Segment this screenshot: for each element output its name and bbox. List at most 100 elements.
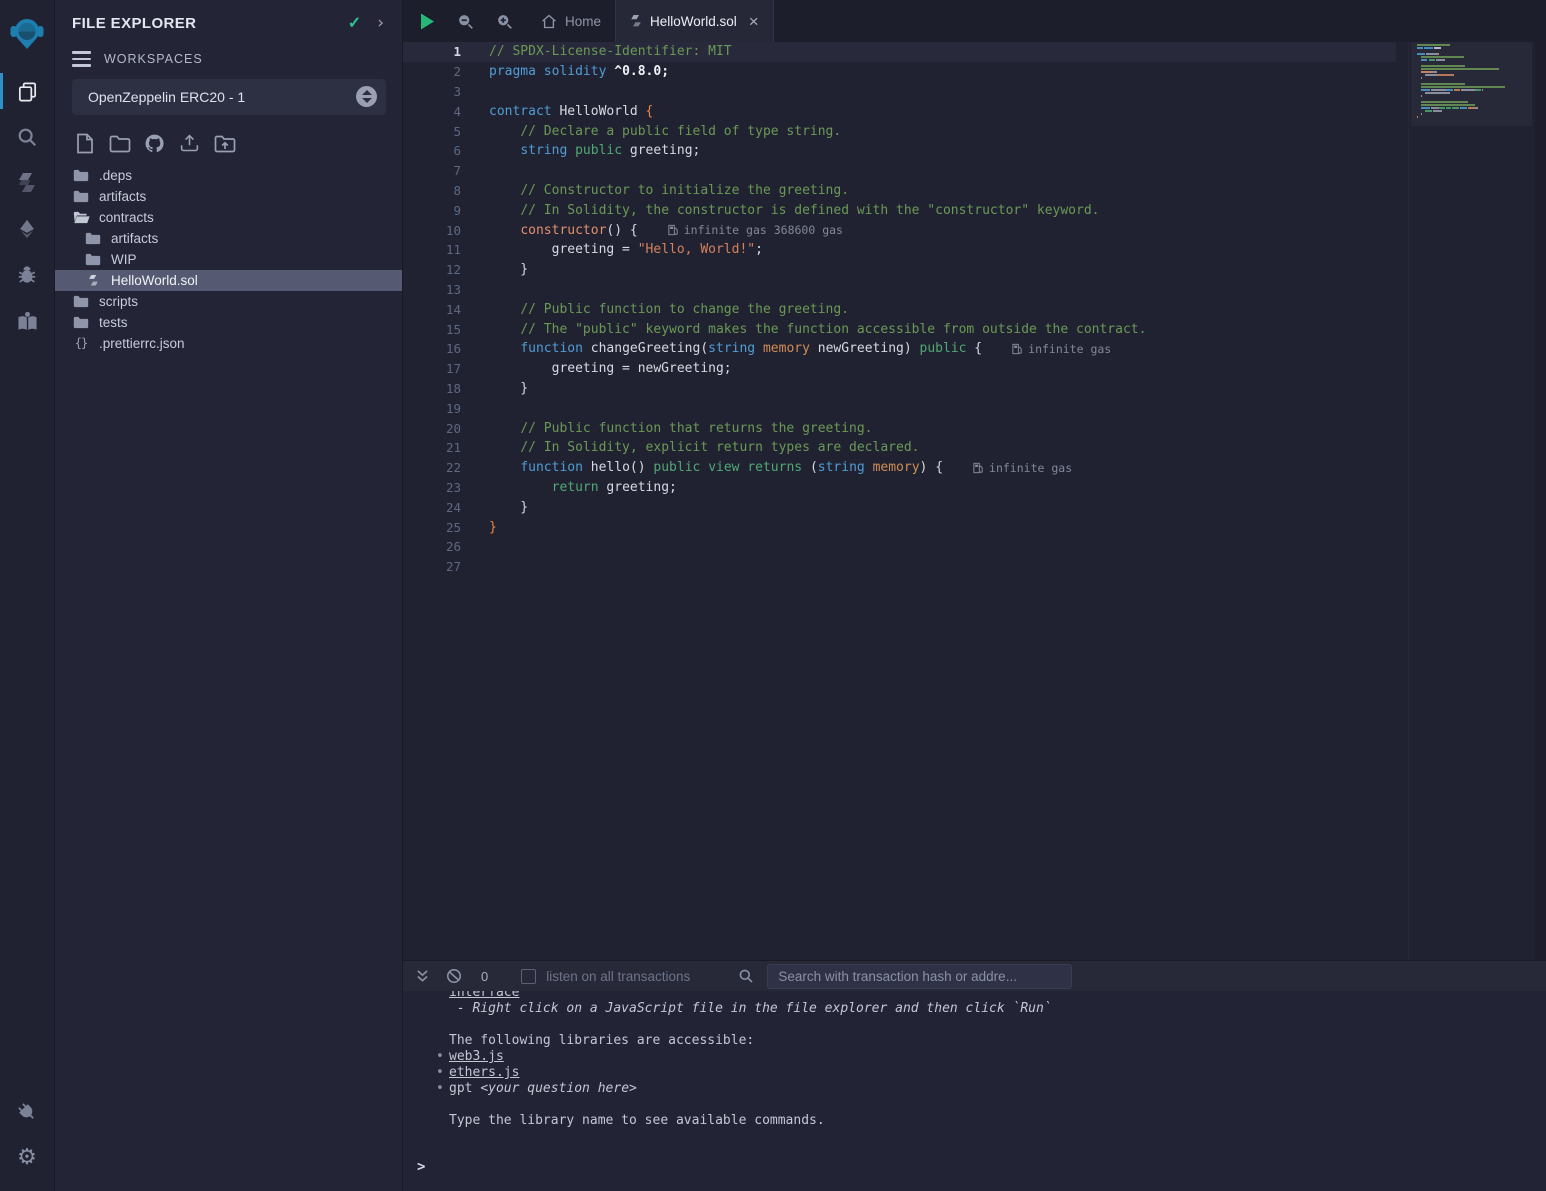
code-line[interactable]: 6 string public greeting; xyxy=(403,141,1396,161)
code-line[interactable]: 23 return greeting; xyxy=(403,478,1396,498)
run-script-button[interactable] xyxy=(420,13,435,30)
folder-icon xyxy=(72,169,90,182)
remix-logo-icon[interactable] xyxy=(0,6,55,62)
code-line[interactable]: 13 xyxy=(403,280,1396,300)
tree-item-tests[interactable]: tests xyxy=(55,312,402,333)
terminal-link[interactable]: interface xyxy=(449,991,519,1000)
code-line[interactable]: 10 constructor() {infinite gas 368600 ga… xyxy=(403,220,1396,240)
search-icon[interactable] xyxy=(0,114,55,160)
clear-console-icon[interactable] xyxy=(446,968,462,984)
line-number: 13 xyxy=(403,282,461,297)
code-line[interactable]: 21 // In Solidity, explicit return types… xyxy=(403,438,1396,458)
code-area[interactable]: 1// SPDX-License-Identifier: MIT2pragma … xyxy=(403,42,1396,960)
panel-header: FILE EXPLORER ✓ › xyxy=(55,0,402,39)
terminal-line: •gpt <your question here> xyxy=(415,1081,1546,1097)
code-line[interactable]: 12 } xyxy=(403,260,1396,280)
terminal-link[interactable]: web3.js xyxy=(449,1049,504,1064)
code-line[interactable]: 14 // Public function to change the gree… xyxy=(403,299,1396,319)
line-content: greeting = newGreeting; xyxy=(489,361,732,376)
accept-check-icon[interactable]: ✓ xyxy=(348,13,361,33)
line-content: } xyxy=(489,520,497,535)
code-line[interactable]: 16 function changeGreeting(string memory… xyxy=(403,339,1396,359)
workspace-select[interactable]: OpenZeppelin ERC20 - 1 xyxy=(72,79,386,115)
terminal-search-input[interactable] xyxy=(767,964,1072,989)
plugin-manager-icon[interactable] xyxy=(0,1089,55,1135)
bullet-icon: • xyxy=(436,1081,444,1097)
upload-folder-icon[interactable] xyxy=(211,132,238,156)
debugger-icon[interactable] xyxy=(0,252,55,298)
settings-gear-icon[interactable]: ⚙ xyxy=(0,1135,55,1181)
code-editor[interactable]: 1// SPDX-License-Identifier: MIT2pragma … xyxy=(403,42,1546,960)
workspace-name: OpenZeppelin ERC20 - 1 xyxy=(88,89,356,105)
line-content: // Constructor to initialize the greetin… xyxy=(489,183,849,198)
code-line[interactable]: 1// SPDX-License-Identifier: MIT xyxy=(403,42,1396,62)
zoom-out-icon[interactable] xyxy=(457,13,474,30)
terminal-link[interactable]: ethers.js xyxy=(449,1065,519,1080)
tree-item-helloworld-sol[interactable]: HelloWorld.sol xyxy=(55,270,402,291)
terminal-prompt[interactable]: > xyxy=(415,1159,1546,1175)
file-explorer-icon[interactable] xyxy=(0,68,55,114)
learneth-icon[interactable] xyxy=(0,298,55,344)
code-line[interactable]: 7 xyxy=(403,161,1396,181)
terminal-line: The following libraries are accessible: xyxy=(415,1033,1546,1049)
tab-close-icon[interactable]: × xyxy=(749,13,759,30)
code-line[interactable]: 4contract HelloWorld { xyxy=(403,101,1396,121)
code-line[interactable]: 27 xyxy=(403,557,1396,577)
tree-item--deps[interactable]: .deps xyxy=(55,165,402,186)
code-line[interactable]: 25} xyxy=(403,517,1396,537)
folder-icon xyxy=(72,316,90,329)
tab-label: Home xyxy=(565,14,601,29)
tree-item-label: .deps xyxy=(99,168,132,183)
tree-item-wip[interactable]: WIP xyxy=(55,249,402,270)
code-line[interactable]: 17 greeting = newGreeting; xyxy=(403,359,1396,379)
bullet-icon: • xyxy=(436,1049,444,1065)
code-line[interactable]: 26 xyxy=(403,537,1396,557)
code-line[interactable]: 19 xyxy=(403,398,1396,418)
tab-helloworld-sol[interactable]: HelloWorld.sol × xyxy=(615,0,774,42)
line-number: 5 xyxy=(403,124,461,139)
tree-item-contracts[interactable]: contracts xyxy=(55,207,402,228)
workspaces-menu-icon[interactable] xyxy=(72,51,91,67)
tab-home[interactable]: Home xyxy=(527,0,615,42)
terminal-line: - Right click on a JavaScript file in th… xyxy=(415,1001,1546,1017)
terminal-output[interactable]: interface - Right click on a JavaScript … xyxy=(403,991,1546,1191)
solidity-compiler-icon[interactable] xyxy=(0,160,55,206)
line-content: function changeGreeting(string memory ne… xyxy=(489,341,1111,356)
tree-item--prettierrc-json[interactable]: {}.prettierrc.json xyxy=(55,333,402,354)
line-content: pragma solidity ^0.8.0; xyxy=(489,64,669,79)
code-line[interactable]: 15 // The "public" keyword makes the fun… xyxy=(403,319,1396,339)
github-icon[interactable] xyxy=(141,132,168,156)
code-line[interactable]: 11 greeting = "Hello, World!"; xyxy=(403,240,1396,260)
new-file-icon[interactable] xyxy=(71,132,98,156)
tree-item-label: HelloWorld.sol xyxy=(111,273,198,288)
code-line[interactable]: 3 xyxy=(403,82,1396,102)
editor-scrollbar[interactable] xyxy=(1535,42,1546,960)
code-line[interactable]: 18 } xyxy=(403,379,1396,399)
minimap[interactable] xyxy=(1408,42,1534,960)
code-line[interactable]: 20 // Public function that returns the g… xyxy=(403,418,1396,438)
code-line[interactable]: 9 // In Solidity, the constructor is def… xyxy=(403,200,1396,220)
code-line[interactable]: 8 // Constructor to initialize the greet… xyxy=(403,181,1396,201)
line-number: 11 xyxy=(403,242,461,257)
line-content: } xyxy=(489,381,528,396)
line-number: 24 xyxy=(403,500,461,515)
zoom-in-icon[interactable] xyxy=(496,13,513,30)
collapse-chevron-icon[interactable]: › xyxy=(377,13,384,33)
new-folder-icon[interactable] xyxy=(106,132,133,156)
code-line[interactable]: 22 function hello() public view returns … xyxy=(403,458,1396,478)
tree-item-scripts[interactable]: scripts xyxy=(55,291,402,312)
tree-item-artifacts[interactable]: artifacts xyxy=(55,228,402,249)
workspace-sort-icon[interactable] xyxy=(356,86,377,107)
tree-item-artifacts[interactable]: artifacts xyxy=(55,186,402,207)
gas-estimate-widget: infinite gas 368600 gas xyxy=(668,223,843,237)
activity-bar: ⚙ xyxy=(0,0,55,1191)
line-content: // SPDX-License-Identifier: MIT xyxy=(489,44,732,59)
code-line[interactable]: 2pragma solidity ^0.8.0; xyxy=(403,62,1396,82)
listen-transactions-checkbox[interactable] xyxy=(521,969,536,984)
folder-icon xyxy=(84,232,102,245)
deploy-run-icon[interactable] xyxy=(0,206,55,252)
upload-file-icon[interactable] xyxy=(176,132,203,156)
code-line[interactable]: 24 } xyxy=(403,497,1396,517)
code-line[interactable]: 5 // Declare a public field of type stri… xyxy=(403,121,1396,141)
terminal-expand-icon[interactable] xyxy=(416,969,429,983)
